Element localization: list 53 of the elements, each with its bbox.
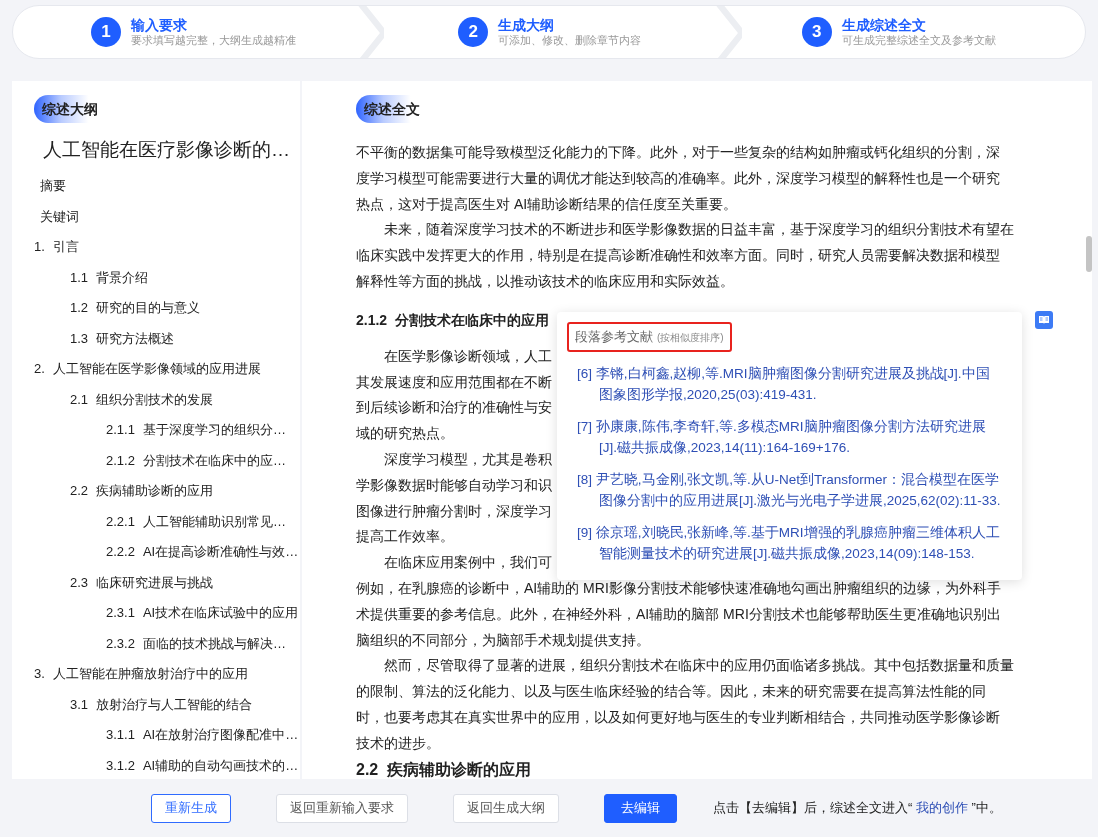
section-heading: 2.2 疾病辅助诊断的应用 xyxy=(356,759,532,779)
paragraph: 在临床应用案例中，我们可 xyxy=(383,553,552,573)
hint-text: 点击【去编辑】后，综述全文进入“ 我的创作 ”中。 xyxy=(713,799,1002,817)
sort-note: (按相似度排序) xyxy=(657,331,724,345)
paragraph: 然而，尽管取得了显著的进展，组织分割技术在临床中的应用仍面临诸多挑战。其中包括数据量和质量 的限制、算法的泛化能力、以及与医生临床经验的结合等。因此，未来的研究需要在提高算法性能的同 时，也要考虑其在真实世界中的应用，以及如何更好地与医生的专业判断相结合，共同推动医学影像诊断 技术的进步。 xyxy=(356,656,1014,753)
popup-title: 段落参考文献 xyxy=(575,328,653,346)
paragraph: 未来，随着深度学习技术的不断进步和医学影像数据的日益丰富，基于深度学习的组织分割技术有望在 临床实践中发挥更大的作用，特别是在提高诊断准确性和效率方面。同时，研究人员需要解决数据和模型 解释性等方面的挑战，以推动该技术的临床应用和实际效益。 xyxy=(356,220,1014,291)
outline-item[interactable]: 2.1.2 分割技术在临床中的应… xyxy=(12,445,300,476)
step-subtitle: 可添加、修改、删除章节内容 xyxy=(498,33,642,47)
scrollbar-thumb[interactable] xyxy=(1086,236,1092,272)
outline-item[interactable]: 1.3 研究方法概述 xyxy=(12,323,300,354)
outline-item[interactable]: 2.2.1 人工智能辅助识别常见… xyxy=(12,506,300,537)
outline-title: 人工智能在医疗影像诊断的… xyxy=(42,138,291,162)
step-number: 2 xyxy=(458,17,489,47)
outline-item[interactable]: 1.2 研究的目的与意义 xyxy=(12,293,300,324)
outline-item[interactable]: 2.3.2 面临的技术挑战与解决… xyxy=(12,628,300,659)
paragraph: 例如，在乳腺癌的诊断中，AI辅助的 MRI影像分割技术能够快速准确地勾画出肿瘤组织的边缘，为外科手 术提供重要的参考信息。此外，在神经外科，AI辅助的脑部 MRI分割技术也能够帮助医生更准确地识别出 脑组织的不同部分，为脑部手术规划提供支持。 xyxy=(356,578,1001,650)
outline-item[interactable]: 2.3.1 AI技术在临床试验中的应用 xyxy=(12,598,300,629)
outline-item[interactable]: 2.1 组织分割技术的发展 xyxy=(12,384,300,415)
action-button[interactable]: 去编辑 xyxy=(604,793,677,823)
outline-item[interactable]: 2.1.1 基于深度学习的组织分… xyxy=(12,415,300,446)
outline-item[interactable]: 3.1 放射治疗与人工智能的结合 xyxy=(12,689,300,720)
step-title: 输入要求 xyxy=(131,17,188,33)
action-button[interactable]: 返回生成大纲 xyxy=(453,793,559,823)
outline-item[interactable]: 3.1.1 AI在放射治疗图像配准中… xyxy=(12,720,300,751)
outline-item[interactable]: 1.1 背景介绍 xyxy=(12,262,300,293)
my-creations-link[interactable]: 我的创作 xyxy=(915,800,968,815)
outline-item[interactable]: 2.2.2 AI在提高诊断准确性与效… xyxy=(12,537,300,568)
outline-item[interactable]: 摘要 xyxy=(12,171,300,202)
outline-item[interactable]: 关键词 xyxy=(12,201,300,232)
reference-item[interactable]: [6] 李锵,白柯鑫,赵柳,等.MRI脑肿瘤图像分割研究进展及挑战[J].中国图象图形学报,2020,25(03):419-431. xyxy=(577,363,1002,405)
reference-item[interactable]: [8] 尹艺晓,马金刚,张文凯,等.从U-Net到Transformer：混合模型在医学图像分割中的应用进展[J].激光与光电子学进展,2025,62(02):11-33. xyxy=(577,469,1002,511)
reference-item[interactable]: [7] 孙康康,陈伟,李奇轩,等.多模态MRI脑肿瘤图像分割方法研究进展[J].磁共振成像,2023,14(11):164-169+176. xyxy=(577,416,1002,458)
outline-item[interactable]: 2. 人工智能在医学影像领域的应用进展 xyxy=(12,354,300,385)
action-button[interactable]: 重新生成 xyxy=(151,793,231,823)
paragraph: 不平衡的数据集可能导致模型泛化能力的下降。此外，对于一些复杂的结构如肿瘤或钙化组织的分割，深 度学习模型可能需要进行大量的调优才能达到较高的准确率。此外，深度学习模型的解释性也是一个研究 热点，这对于提高医生对 AI辅助诊断结果的信任度至关重要。 xyxy=(356,143,1000,214)
step-title: 生成大纲 xyxy=(498,17,556,33)
step-number: 1 xyxy=(91,17,121,47)
outline-item[interactable]: 2.2 疾病辅助诊断的应用 xyxy=(12,476,300,507)
outline-item[interactable]: 2.3 临床研究进展与挑战 xyxy=(12,567,300,598)
step-number: 3 xyxy=(801,17,832,47)
step-subtitle: 要求填写越完整，大纲生成越精准 xyxy=(131,33,296,47)
paragraph: 深度学习模型，尤其是卷积 学影像数据时能够自动学习和识 图像进行肿瘤分割时，深度学习 提高工作效率。 xyxy=(356,449,552,547)
outline-item[interactable]: 1. 引言 xyxy=(12,232,300,263)
paragraph: 在医学影像诊断领域，人工 其发展速度和应用范围都在不断 到后续诊断和治疗的准确性与安 域的研究热点。 xyxy=(356,346,552,444)
step-subtitle: 可生成完整综述全文及参考文献 xyxy=(841,33,996,47)
book-icon[interactable] xyxy=(1035,311,1053,329)
section-heading: 2.1.2 分割技术在临床中的应用 xyxy=(356,310,549,330)
reference-item[interactable]: [9] 徐京瑶,刘晓民,张新峰,等.基于MRI增强的乳腺癌肿瘤三维体积人工智能测量技术的研究进展[J].磁共振成像,2023,14(09):148-153. xyxy=(577,522,1002,564)
outline-item[interactable]: 3.1.2 AI辅助的自动勾画技术的… xyxy=(12,750,300,779)
outline-item[interactable]: 3. 人工智能在肿瘤放射治疗中的应用 xyxy=(12,659,300,690)
step-title: 生成综述全文 xyxy=(841,17,927,33)
action-button[interactable]: 返回重新输入要求 xyxy=(276,793,408,823)
